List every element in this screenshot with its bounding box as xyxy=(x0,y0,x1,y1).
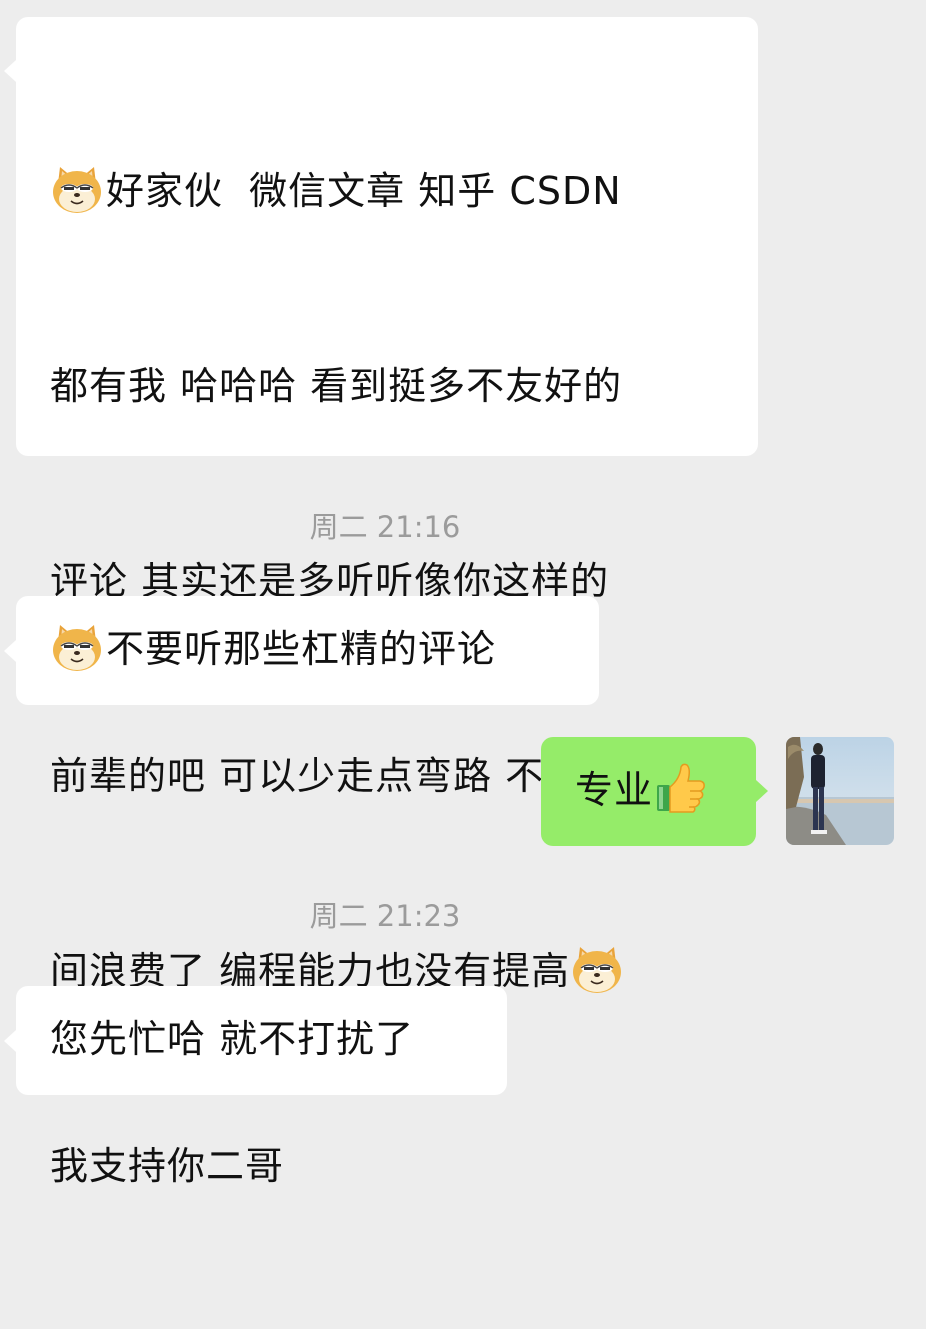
bubble-tail xyxy=(4,60,16,82)
doge-emoji xyxy=(50,620,104,674)
bubble-tail xyxy=(4,640,16,662)
thumbs-up-emoji xyxy=(653,761,707,815)
doge-emoji xyxy=(50,162,104,216)
doge-emoji xyxy=(570,942,624,996)
user-avatar[interactable] xyxy=(786,737,894,845)
chat-window: 好家伙 微信文章 知乎 CSDN 都有我 哈哈哈 看到挺多不友好的 评论 其实还… xyxy=(0,0,926,1188)
incoming-message-bubble[interactable]: 好家伙 微信文章 知乎 CSDN 都有我 哈哈哈 看到挺多不友好的 评论 其实还… xyxy=(16,17,758,1188)
bubble-tail xyxy=(4,1030,16,1052)
bubble-tail xyxy=(756,780,768,802)
message-line-text: 专业 xyxy=(575,768,654,812)
timestamp: 周二 21:23 xyxy=(309,899,461,933)
outgoing-message-bubble[interactable]: 专业 xyxy=(541,737,756,846)
message-line-text: 好家伙 微信文章 知乎 CSDN xyxy=(106,169,622,213)
timestamp: 周二 21:16 xyxy=(309,510,461,544)
message-line-text: 不要听那些杠精的评论 xyxy=(106,627,497,671)
message-text: 您先忙哈 就不打扰了 xyxy=(50,1017,415,1061)
message-text: 专业 xyxy=(575,758,736,823)
incoming-message-bubble[interactable]: 不要听那些杠精的评论 xyxy=(16,596,599,705)
avatar-photo xyxy=(786,737,894,845)
message-text: 不要听那些杠精的评论 xyxy=(50,617,579,682)
incoming-message-bubble[interactable]: 您先忙哈 就不打扰了 xyxy=(16,986,507,1095)
message-line: 我支持你二哥 xyxy=(50,1144,285,1188)
message-line: 都有我 哈哈哈 看到挺多不友好的 xyxy=(50,364,623,408)
message-line: 好家伙 微信文章 知乎 CSDN xyxy=(50,159,738,224)
